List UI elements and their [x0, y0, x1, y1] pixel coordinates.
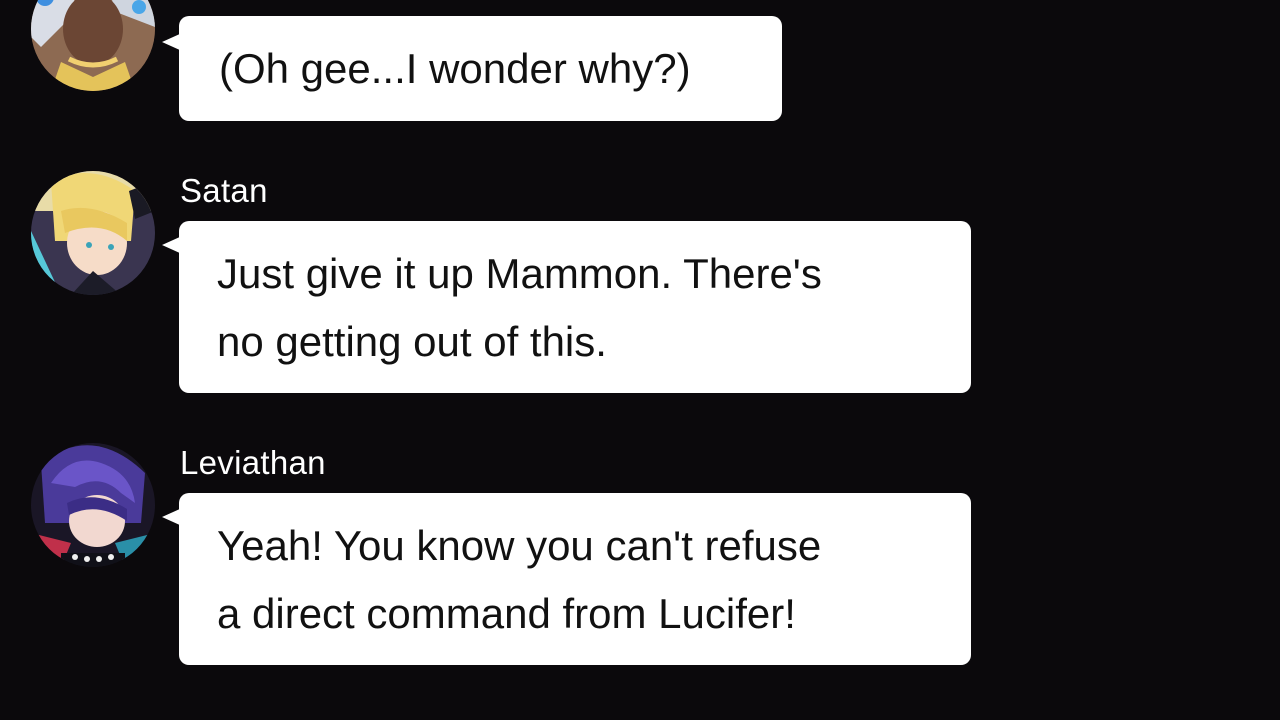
message-bubble[interactable]: (Oh gee...I wonder why?) — [179, 16, 782, 121]
message-bubble[interactable]: Just give it up Mammon. There's no getti… — [179, 221, 971, 393]
message-text: Just give it up Mammon. There's — [217, 250, 822, 297]
leviathan-avatar-icon[interactable] — [31, 443, 155, 567]
message-text: a direct command from Lucifer! — [217, 590, 796, 637]
sender-name: Leviathan — [180, 444, 326, 481]
chat-transcript: (Oh gee...I wonder why?) Satan Just give… — [0, 0, 1280, 720]
message-text: Yeah! You know you can't refuse — [217, 522, 822, 569]
message-text: (Oh gee...I wonder why?) — [219, 45, 691, 92]
satan-avatar-icon[interactable] — [31, 171, 155, 295]
sender-name: Satan — [180, 172, 268, 209]
mc-avatar-icon[interactable] — [31, 0, 155, 91]
message-bubble[interactable]: Yeah! You know you can't refuse a direct… — [179, 493, 971, 665]
message-text: no getting out of this. — [217, 318, 607, 365]
